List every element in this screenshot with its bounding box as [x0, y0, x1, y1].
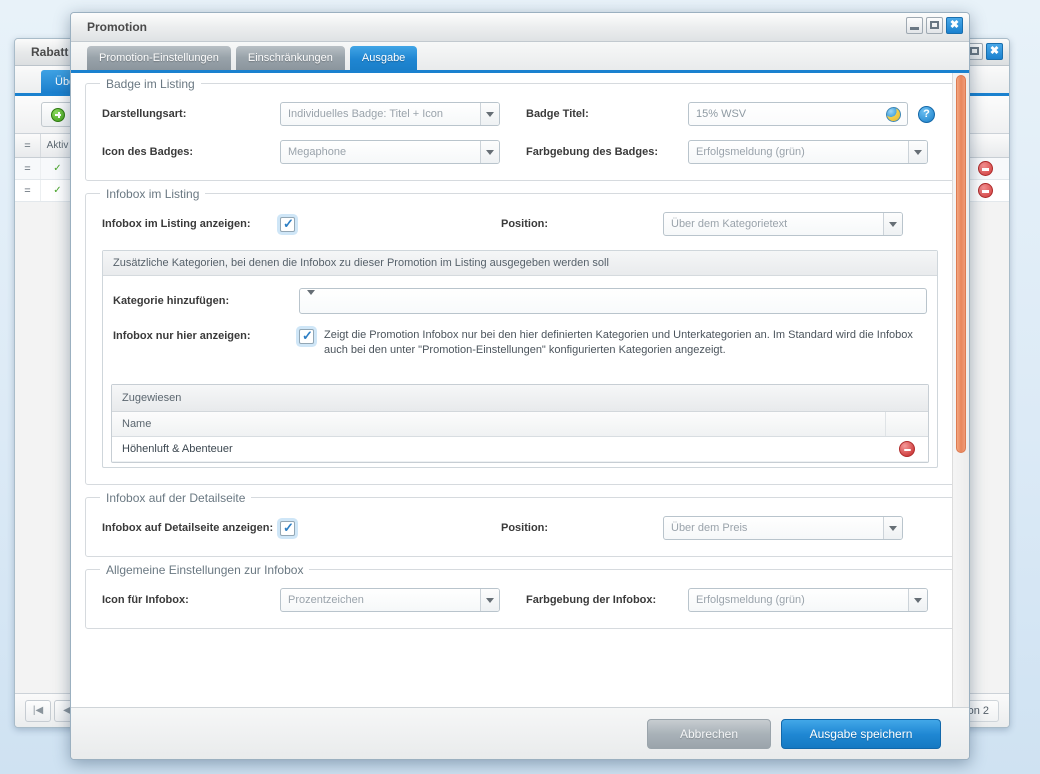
zusaetzliche-kategorien-body: Kategorie hinzufügen: Infobox nur hier a… [103, 276, 937, 370]
position-detail-value: Über dem Preis [671, 522, 748, 534]
darstellungsart-value: Individuelles Badge: Titel + Icon [288, 108, 444, 120]
zugewiesen-row-actions [886, 441, 928, 457]
infobox-nur-hier-hint: Zeigt die Promotion Infobox nur bei den … [324, 329, 913, 356]
help-icon[interactable]: ? [918, 105, 935, 123]
tab-einschraenkungen[interactable]: Einschränkungen [235, 46, 345, 70]
dialog-scrollbar-thumb[interactable] [956, 75, 966, 453]
badge-titel-label: Badge Titel: [526, 108, 589, 120]
section-infobox-im-listing: Infobox im Listing Infobox im Listing an… [85, 187, 955, 485]
chevron-down-icon[interactable] [480, 103, 499, 125]
row-drag-handle[interactable]: = [15, 180, 41, 201]
icon-des-badges-label: Icon des Badges: [102, 146, 194, 158]
farbgebung-infobox-select[interactable]: Erfolgsmeldung (grün) [688, 588, 928, 612]
zugewiesen-column-header: Name [112, 412, 928, 437]
close-icon[interactable]: ✖ [946, 17, 963, 34]
chevron-down-icon[interactable] [480, 141, 499, 163]
position-detail-select[interactable]: Über dem Preis [663, 516, 903, 540]
farbgebung-infobox-label: Farbgebung der Infobox: [526, 594, 657, 606]
delete-icon[interactable] [978, 183, 993, 198]
row-infobox-nur-hier: Infobox nur hier anzeigen: Zeigt die Pro… [113, 328, 927, 358]
position-listing-value: Über dem Kategorietext [671, 218, 788, 230]
row-drag-handle[interactable]: = [15, 158, 41, 179]
dialog-window-controls: ✖ [906, 17, 963, 34]
delete-icon[interactable] [899, 441, 915, 457]
table-row[interactable]: Höhenluft & Abenteuer [112, 437, 928, 462]
promotion-dialog: Promotion ✖ Promotion-Einstellungen Eins… [70, 12, 970, 760]
dialog-titlebar: Promotion ✖ [71, 13, 969, 42]
chevron-down-icon[interactable] [480, 589, 499, 611]
icon-fuer-infobox-select[interactable]: Prozentzeichen [280, 588, 500, 612]
section-badge-legend: Badge im Listing [100, 77, 201, 91]
cancel-button[interactable]: Abbrechen [647, 718, 771, 749]
infobox-detail-anzeigen-checkbox[interactable] [280, 520, 295, 536]
infobox-detail-anzeigen-label: Infobox auf Detailseite anzeigen: [102, 522, 274, 534]
tab-ausgabe[interactable]: Ausgabe [349, 46, 418, 70]
kategorie-hinzufuegen-label: Kategorie hinzufügen: [113, 295, 230, 307]
icon-fuer-infobox-value: Prozentzeichen [288, 594, 364, 606]
infobox-nur-hier-checkbox[interactable] [299, 328, 314, 344]
plus-icon [51, 107, 65, 122]
section-infobox-detailseite: Infobox auf der Detailseite Infobox auf … [85, 491, 955, 557]
globe-icon[interactable] [886, 107, 901, 122]
background-window-title: Rabatt [31, 45, 69, 59]
section-allgemeine-legend: Allgemeine Einstellungen zur Infobox [100, 563, 310, 577]
position-listing-select[interactable]: Über dem Kategorietext [663, 212, 903, 236]
row-darstellungsart: Darstellungsart: Individuelles Badge: Ti… [102, 102, 938, 126]
row-infobox-listing-anzeigen: Infobox im Listing anzeigen: Position: Ü… [102, 212, 938, 236]
farbgebung-infobox-value: Erfolgsmeldung (grün) [696, 594, 805, 606]
badge-titel-input[interactable]: 15% WSV [688, 102, 908, 126]
dialog-footer: Abbrechen Ausgabe speichern [71, 707, 969, 759]
infobox-nur-hier-label: Infobox nur hier anzeigen: [113, 330, 251, 342]
zugewiesen-title: Zugewiesen [112, 385, 928, 412]
delete-icon[interactable] [978, 161, 993, 176]
badge-titel-value: 15% WSV [696, 108, 747, 120]
chevron-down-icon[interactable] [883, 213, 902, 235]
section-infobox-listing-legend: Infobox im Listing [100, 187, 206, 201]
zugewiesen-column-name: Name [112, 412, 886, 436]
grid-handle-icon: = [15, 134, 41, 157]
section-allgemeine-einstellungen: Allgemeine Einstellungen zur Infobox Ico… [85, 563, 955, 629]
row-icon-fuer-infobox: Icon für Infobox: Prozentzeichen Farbgeb… [102, 588, 938, 612]
position-detail-label: Position: [501, 522, 549, 534]
dialog-scrollbar[interactable] [952, 73, 969, 707]
dialog-title: Promotion [87, 20, 147, 34]
chevron-down-icon[interactable] [908, 589, 927, 611]
maximize-icon[interactable] [926, 17, 943, 34]
row-infobox-detail-anzeigen: Infobox auf Detailseite anzeigen: Positi… [102, 516, 938, 540]
chevron-down-icon[interactable] [908, 141, 927, 163]
close-icon[interactable]: ✖ [986, 43, 1003, 60]
position-listing-label: Position: [501, 218, 549, 230]
section-infobox-detail-legend: Infobox auf der Detailseite [100, 491, 252, 505]
farbgebung-badge-value: Erfolgsmeldung (grün) [696, 146, 805, 158]
darstellungsart-label: Darstellungsart: [102, 108, 187, 120]
minimize-icon[interactable] [906, 17, 923, 34]
icon-des-badges-select[interactable]: Megaphone [280, 140, 500, 164]
chevron-down-icon[interactable] [307, 290, 315, 307]
zusaetzliche-kategorien-panel: Zusätzliche Kategorien, bei denen die In… [102, 250, 938, 468]
kategorie-hinzufuegen-select[interactable] [299, 288, 927, 314]
zugewiesen-row-name: Höhenluft & Abenteuer [122, 443, 233, 455]
infobox-listing-anzeigen-checkbox[interactable] [280, 216, 295, 232]
farbgebung-badge-select[interactable]: Erfolgsmeldung (grün) [688, 140, 928, 164]
section-badge-im-listing: Badge im Listing Darstellungsart: Indivi… [85, 77, 955, 181]
save-button[interactable]: Ausgabe speichern [781, 718, 941, 749]
icon-des-badges-value: Megaphone [288, 146, 347, 158]
zusaetzliche-kategorien-header: Zusätzliche Kategorien, bei denen die In… [103, 251, 937, 276]
zugewiesen-grid: Zugewiesen Name Höhenluft & Abenteuer [111, 384, 929, 463]
tab-promotion-einstellungen[interactable]: Promotion-Einstellungen [87, 46, 231, 70]
row-icon-des-badges: Icon des Badges: Megaphone Farbgebung de… [102, 140, 938, 164]
farbgebung-badge-label: Farbgebung des Badges: [526, 146, 659, 158]
dialog-body: Badge im Listing Darstellungsart: Indivi… [71, 73, 969, 707]
zugewiesen-column-actions [886, 412, 928, 436]
dialog-tabstrip: Promotion-Einstellungen Einschränkungen … [71, 42, 969, 73]
first-page-button[interactable]: |◀ [25, 699, 51, 722]
chevron-down-icon[interactable] [883, 517, 902, 539]
infobox-listing-anzeigen-label: Infobox im Listing anzeigen: [102, 218, 251, 230]
row-kategorie-hinzufuegen: Kategorie hinzufügen: [113, 288, 927, 314]
icon-fuer-infobox-label: Icon für Infobox: [102, 594, 189, 606]
darstellungsart-select[interactable]: Individuelles Badge: Titel + Icon [280, 102, 500, 126]
